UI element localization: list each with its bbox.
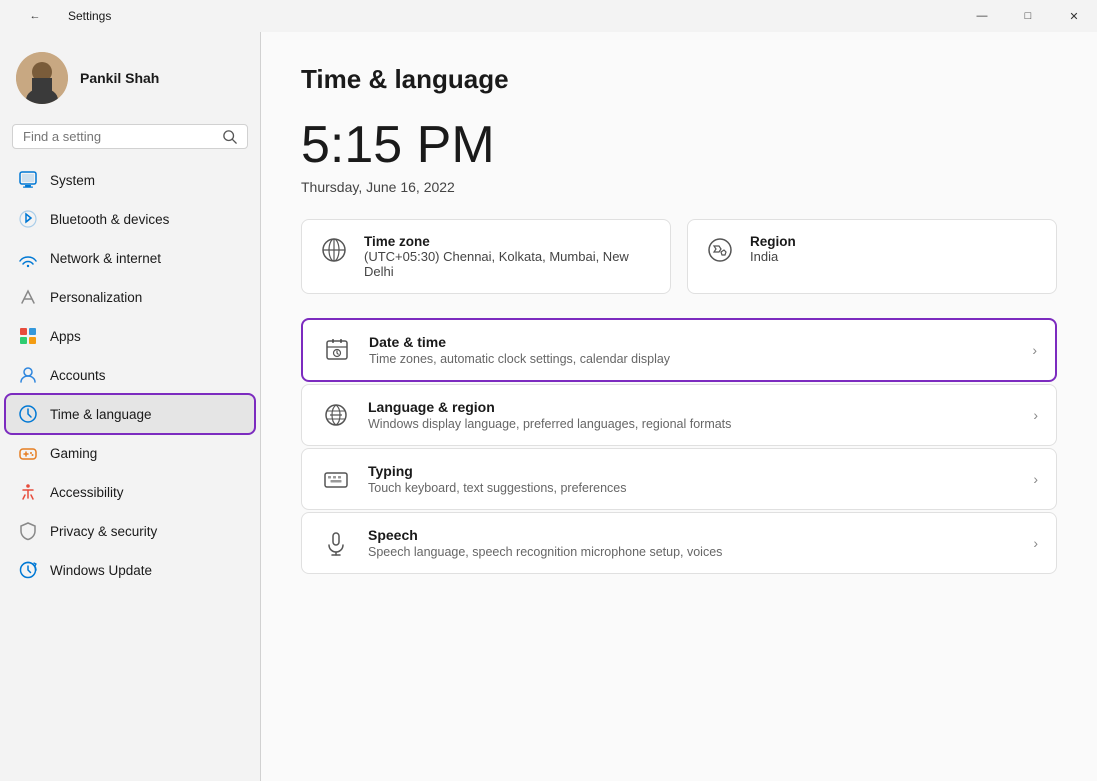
time-display: 5:15 PM (301, 119, 1057, 171)
minimize-button[interactable]: — (959, 0, 1005, 32)
speech-icon (320, 527, 352, 559)
sidebar-item-time-label: Time & language (50, 407, 152, 422)
sidebar-item-bluetooth-label: Bluetooth & devices (50, 212, 169, 227)
current-date: Thursday, June 16, 2022 (301, 179, 1057, 195)
sidebar-item-personalization[interactable]: Personalization (6, 278, 254, 316)
region-card: Region India (687, 219, 1057, 294)
timezone-content: Time zone (UTC+05:30) Chennai, Kolkata, … (364, 234, 654, 279)
privacy-icon (18, 521, 38, 541)
page-title: Time & language (301, 64, 1057, 95)
date-time-icon (321, 334, 353, 366)
search-input[interactable] (23, 129, 215, 144)
main-content: Time & language 5:15 PM Thursday, June 1… (261, 32, 1097, 781)
user-name: Pankil Shah (80, 70, 159, 86)
speech-chevron: › (1033, 535, 1038, 551)
current-time: 5:15 PM (301, 119, 1057, 171)
date-time-text: Date & time Time zones, automatic clock … (369, 334, 1016, 366)
typing-desc: Touch keyboard, text suggestions, prefer… (368, 481, 1017, 495)
sidebar-item-time-language[interactable]: Time & language (6, 395, 254, 433)
app-body: Pankil Shah System (0, 32, 1097, 781)
sidebar-nav: System Bluetooth & devices (0, 161, 260, 589)
language-icon (320, 399, 352, 431)
avatar (16, 52, 68, 104)
date-time-chevron: › (1032, 342, 1037, 358)
language-desc: Windows display language, preferred lang… (368, 417, 1017, 431)
time-icon (18, 404, 38, 424)
sidebar-item-privacy-label: Privacy & security (50, 524, 157, 539)
speech-text: Speech Speech language, speech recogniti… (368, 527, 1017, 559)
sidebar-item-accounts-label: Accounts (50, 368, 106, 383)
search-icon (223, 130, 237, 144)
system-icon (18, 170, 38, 190)
titlebar: ← Settings — □ ✕ (0, 0, 1097, 32)
titlebar-title: Settings (68, 9, 111, 23)
date-time-title: Date & time (369, 334, 1016, 350)
sidebar-item-accessibility[interactable]: Accessibility (6, 473, 254, 511)
personalization-icon (18, 287, 38, 307)
titlebar-controls: — □ ✕ (959, 0, 1097, 32)
language-title: Language & region (368, 399, 1017, 415)
typing-chevron: › (1033, 471, 1038, 487)
speech-desc: Speech language, speech recognition micr… (368, 545, 1017, 559)
language-chevron: › (1033, 407, 1038, 423)
sidebar-item-accounts[interactable]: Accounts (6, 356, 254, 394)
setting-item-language[interactable]: Language & region Windows display langua… (301, 384, 1057, 446)
setting-item-date-time[interactable]: Date & time Time zones, automatic clock … (301, 318, 1057, 382)
sidebar-item-apps[interactable]: Apps (6, 317, 254, 355)
update-icon (18, 560, 38, 580)
sidebar-item-network-label: Network & internet (50, 251, 161, 266)
sidebar-item-accessibility-label: Accessibility (50, 485, 124, 500)
typing-icon (320, 463, 352, 495)
sidebar-item-apps-label: Apps (50, 329, 81, 344)
sidebar-item-privacy[interactable]: Privacy & security (6, 512, 254, 550)
sidebar-item-bluetooth[interactable]: Bluetooth & devices (6, 200, 254, 238)
sidebar-item-system[interactable]: System (6, 161, 254, 199)
speech-title: Speech (368, 527, 1017, 543)
timezone-value: (UTC+05:30) Chennai, Kolkata, Mumbai, Ne… (364, 249, 654, 279)
typing-title: Typing (368, 463, 1017, 479)
timezone-card: Time zone (UTC+05:30) Chennai, Kolkata, … (301, 219, 671, 294)
bluetooth-icon (18, 209, 38, 229)
info-row: Time zone (UTC+05:30) Chennai, Kolkata, … (301, 219, 1057, 294)
settings-list: Date & time Time zones, automatic clock … (301, 318, 1057, 574)
sidebar: Pankil Shah System (0, 32, 260, 781)
accessibility-icon (18, 482, 38, 502)
titlebar-left: ← Settings (12, 0, 111, 32)
timezone-title: Time zone (364, 234, 654, 249)
region-icon (704, 234, 736, 266)
user-profile[interactable]: Pankil Shah (0, 32, 260, 120)
setting-item-typing[interactable]: Typing Touch keyboard, text suggestions,… (301, 448, 1057, 510)
timezone-icon (318, 234, 350, 266)
sidebar-item-personalization-label: Personalization (50, 290, 142, 305)
sidebar-item-network[interactable]: Network & internet (6, 239, 254, 277)
back-button[interactable]: ← (12, 0, 58, 32)
close-button[interactable]: ✕ (1051, 0, 1097, 32)
region-value: India (750, 249, 796, 264)
apps-icon (18, 326, 38, 346)
sidebar-item-system-label: System (50, 173, 95, 188)
region-content: Region India (750, 234, 796, 264)
language-text: Language & region Windows display langua… (368, 399, 1017, 431)
network-icon (18, 248, 38, 268)
date-time-desc: Time zones, automatic clock settings, ca… (369, 352, 1016, 366)
sidebar-item-update-label: Windows Update (50, 563, 152, 578)
sidebar-item-gaming[interactable]: Gaming (6, 434, 254, 472)
region-title: Region (750, 234, 796, 249)
sidebar-item-gaming-label: Gaming (50, 446, 97, 461)
setting-item-speech[interactable]: Speech Speech language, speech recogniti… (301, 512, 1057, 574)
accounts-icon (18, 365, 38, 385)
gaming-icon (18, 443, 38, 463)
typing-text: Typing Touch keyboard, text suggestions,… (368, 463, 1017, 495)
maximize-button[interactable]: □ (1005, 0, 1051, 32)
sidebar-item-update[interactable]: Windows Update (6, 551, 254, 589)
search-bar[interactable] (12, 124, 248, 149)
